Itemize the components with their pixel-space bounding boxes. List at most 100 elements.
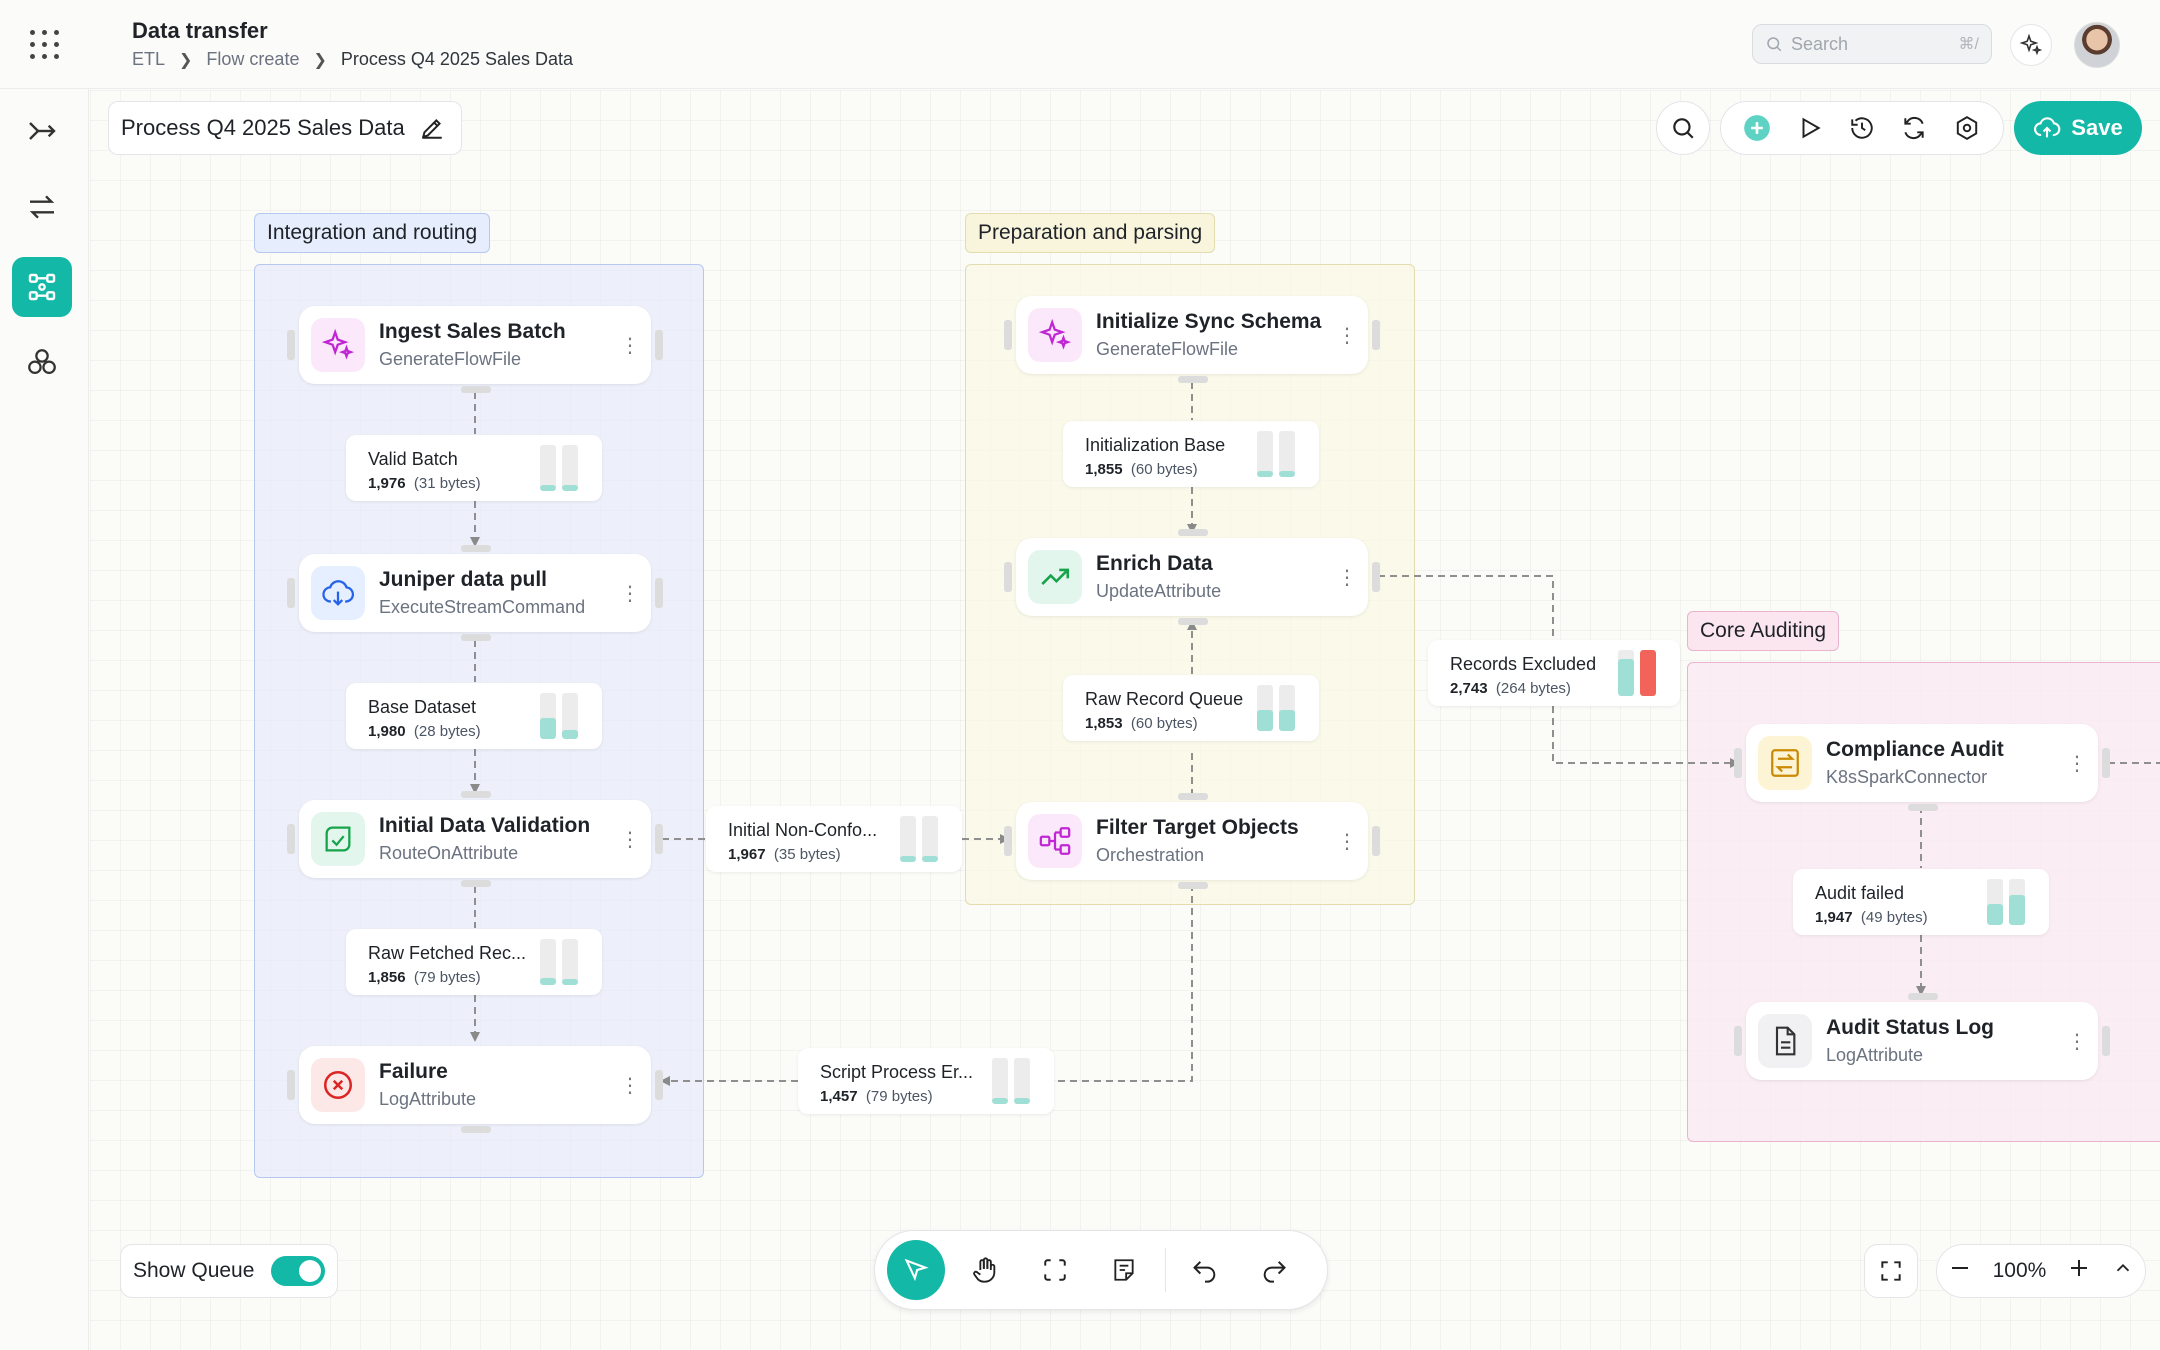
sticky-note-icon bbox=[1114, 1259, 1134, 1281]
undo-button[interactable] bbox=[1176, 1240, 1234, 1300]
canvas-search-button[interactable] bbox=[1656, 101, 1710, 155]
output-port[interactable] bbox=[1178, 376, 1208, 383]
show-queue-toggle[interactable] bbox=[271, 1256, 325, 1286]
queue-level-fill bbox=[1257, 471, 1273, 477]
more-options-icon[interactable]: ⋮ bbox=[2062, 1029, 2092, 1054]
output-port[interactable] bbox=[461, 386, 491, 393]
processor-node[interactable]: Compliance Audit K8sSparkConnector ⋮ bbox=[1734, 724, 2110, 811]
group-label-integration-routing[interactable]: Integration and routing bbox=[254, 213, 491, 253]
run-button[interactable] bbox=[1790, 108, 1830, 148]
processor-node[interactable]: Audit Status Log LogAttribute ⋮ bbox=[1734, 993, 2110, 1080]
queue-name: Valid Batch bbox=[368, 449, 458, 469]
more-options-icon[interactable]: ⋮ bbox=[615, 333, 645, 358]
avatar[interactable] bbox=[2074, 22, 2120, 68]
more-options-icon[interactable]: ⋮ bbox=[2062, 751, 2092, 776]
ai-assistant-button[interactable] bbox=[2010, 24, 2052, 66]
output-port[interactable] bbox=[1178, 882, 1208, 889]
queue-connection[interactable]: Initialization Base 1,855 (60 bytes) bbox=[1063, 421, 1319, 487]
input-port[interactable] bbox=[1734, 748, 1742, 778]
processor-node[interactable]: Failure LogAttribute ⋮ bbox=[287, 1046, 663, 1133]
output-port[interactable] bbox=[461, 880, 491, 887]
breadcrumb-item-etl[interactable]: ETL bbox=[132, 49, 165, 70]
pan-tool-button[interactable] bbox=[957, 1240, 1015, 1300]
more-options-icon[interactable]: ⋮ bbox=[615, 581, 645, 606]
queue-connection[interactable]: Records Excluded 2,743 (264 bytes) bbox=[1428, 640, 1680, 706]
output-port[interactable] bbox=[1372, 320, 1380, 350]
zoom-out-button[interactable] bbox=[1948, 1256, 1972, 1286]
more-options-icon[interactable]: ⋮ bbox=[1332, 829, 1362, 854]
input-port[interactable] bbox=[1734, 1026, 1742, 1056]
output-port[interactable] bbox=[1372, 562, 1380, 592]
input-port[interactable] bbox=[461, 791, 491, 798]
processor-node[interactable]: Enrich Data UpdateAttribute ⋮ bbox=[1004, 529, 1380, 625]
processor-icon bbox=[1028, 814, 1082, 868]
processor-node[interactable]: Initialize Sync Schema GenerateFlowFile … bbox=[1004, 296, 1380, 383]
zoom-in-button[interactable] bbox=[2067, 1256, 2091, 1286]
input-port[interactable] bbox=[1908, 993, 1938, 1000]
queue-connection[interactable]: Script Process Er... 1,457 (79 bytes) bbox=[798, 1048, 1054, 1114]
refresh-button[interactable] bbox=[1894, 108, 1934, 148]
output-port[interactable] bbox=[1908, 804, 1938, 811]
output-port[interactable] bbox=[655, 1070, 663, 1100]
note-tool-button[interactable] bbox=[1096, 1240, 1154, 1300]
input-port[interactable] bbox=[461, 545, 491, 552]
input-port[interactable] bbox=[1004, 826, 1012, 856]
rail-item-flows[interactable] bbox=[12, 101, 72, 161]
rail-item-etl[interactable] bbox=[12, 257, 72, 317]
more-options-icon[interactable]: ⋮ bbox=[615, 827, 645, 852]
processor-node[interactable]: Juniper data pull ExecuteStreamCommand ⋮ bbox=[287, 545, 663, 641]
input-port[interactable] bbox=[287, 578, 295, 608]
input-port[interactable] bbox=[287, 824, 295, 854]
output-port[interactable] bbox=[2102, 1026, 2110, 1056]
processor-node[interactable]: Ingest Sales Batch GenerateFlowFile ⋮ bbox=[287, 306, 663, 393]
queue-level-fill bbox=[1279, 710, 1295, 731]
input-port[interactable] bbox=[287, 1070, 295, 1100]
rail-item-components[interactable] bbox=[12, 333, 72, 393]
save-button[interactable]: Save bbox=[2014, 101, 2142, 155]
group-label-core-auditing[interactable]: Core Auditing bbox=[1687, 611, 1840, 651]
processor-type: GenerateFlowFile bbox=[379, 349, 522, 369]
output-port[interactable] bbox=[655, 330, 663, 360]
output-port[interactable] bbox=[1178, 793, 1208, 800]
input-port[interactable] bbox=[1178, 529, 1208, 536]
toolbar-divider bbox=[1165, 1248, 1166, 1292]
rail-item-transfer[interactable] bbox=[12, 177, 72, 237]
output-port[interactable] bbox=[461, 634, 491, 641]
processor-node[interactable]: Filter Target Objects Orchestration ⋮ bbox=[1004, 793, 1380, 889]
input-port[interactable] bbox=[1004, 562, 1012, 592]
queue-connection[interactable]: Raw Fetched Rec... 1,856 (79 bytes) bbox=[346, 929, 602, 995]
queue-connection[interactable]: Valid Batch 1,976 (31 bytes) bbox=[346, 435, 602, 501]
more-options-icon[interactable]: ⋮ bbox=[1332, 565, 1362, 590]
sparkles-icon bbox=[1038, 318, 1072, 350]
processor-icon bbox=[311, 318, 365, 372]
output-port[interactable] bbox=[2102, 748, 2110, 778]
zoom-menu-button[interactable] bbox=[2112, 1257, 2134, 1285]
select-tool-button[interactable] bbox=[887, 1240, 945, 1300]
breadcrumb-item-flow-create[interactable]: Flow create bbox=[206, 49, 299, 70]
output-port[interactable] bbox=[1372, 826, 1380, 856]
history-button[interactable] bbox=[1842, 108, 1882, 148]
edit-pencil-icon[interactable] bbox=[419, 115, 445, 141]
search-input[interactable]: Search ⌘/ bbox=[1752, 24, 1992, 64]
output-port[interactable] bbox=[655, 824, 663, 854]
input-port[interactable] bbox=[1004, 320, 1012, 350]
queue-connection[interactable]: Raw Record Queue 1,853 (60 bytes) bbox=[1063, 675, 1319, 741]
processor-node[interactable]: Initial Data Validation RouteOnAttribute… bbox=[287, 791, 663, 887]
more-options-icon[interactable]: ⋮ bbox=[615, 1073, 645, 1098]
queue-connection[interactable]: Audit failed 1,947 (49 bytes) bbox=[1793, 869, 2049, 935]
fit-view-button[interactable] bbox=[1864, 1244, 1918, 1298]
marquee-tool-button[interactable] bbox=[1026, 1240, 1084, 1300]
queue-connection[interactable]: Base Dataset 1,980 (28 bytes) bbox=[346, 683, 602, 749]
input-port[interactable] bbox=[287, 330, 295, 360]
output-port[interactable] bbox=[655, 578, 663, 608]
output-port[interactable] bbox=[461, 1126, 491, 1133]
more-options-icon[interactable]: ⋮ bbox=[1332, 323, 1362, 348]
app-launcher-icon[interactable] bbox=[28, 28, 62, 62]
flow-name-field[interactable]: Process Q4 2025 Sales Data bbox=[108, 101, 462, 155]
queue-connection[interactable]: Initial Non-Confo... 1,967 (35 bytes) bbox=[706, 806, 962, 872]
add-processor-button[interactable] bbox=[1737, 108, 1777, 148]
group-label-preparation-parsing[interactable]: Preparation and parsing bbox=[965, 213, 1216, 253]
redo-button[interactable] bbox=[1245, 1240, 1303, 1300]
settings-button[interactable] bbox=[1947, 108, 1987, 148]
output-port[interactable] bbox=[1178, 618, 1208, 625]
